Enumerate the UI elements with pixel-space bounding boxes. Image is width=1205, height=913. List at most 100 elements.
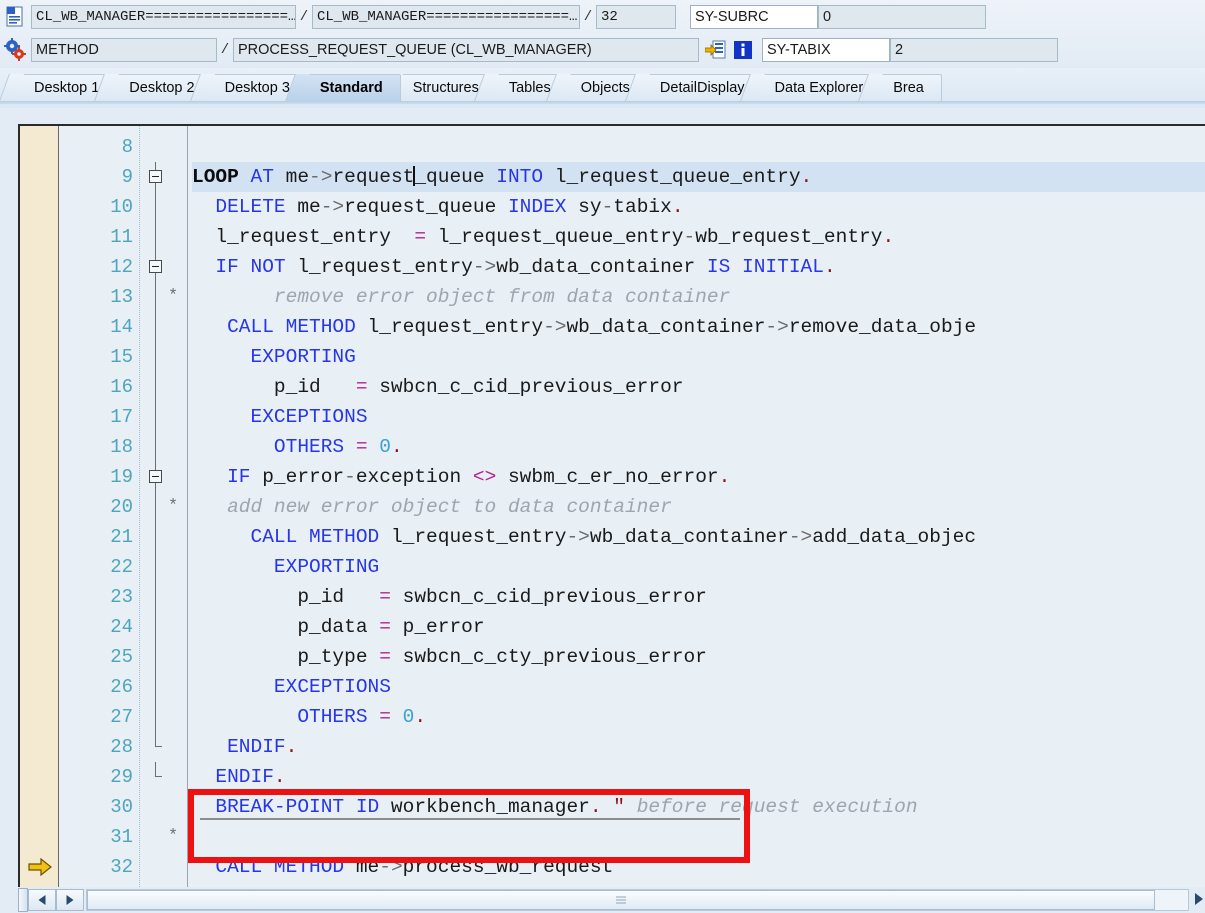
line-number: 14 (110, 316, 133, 338)
code-line[interactable]: 16 p_id = swbcn_c_cid_previous_error (20, 372, 1205, 402)
code-line[interactable]: 19 IF p_error-exception <> swbm_c_er_no_… (20, 462, 1205, 492)
line-number: 32 (110, 856, 133, 878)
code-line[interactable]: 11 l_request_entry = l_request_queue_ent… (20, 222, 1205, 252)
fold-connector (155, 483, 156, 492)
code-line[interactable]: 23 p_id = swbcn_c_cid_previous_error (20, 582, 1205, 612)
code-line[interactable]: 27 OTHERS = 0. (20, 702, 1205, 732)
sy-subrc-label: SY-SUBRC (690, 5, 818, 29)
fold-toggle-icon[interactable] (149, 170, 162, 183)
line-content: p_data = p_error (192, 616, 485, 638)
code-line[interactable]: 22 EXPORTING (20, 552, 1205, 582)
line-content: p_id = swbcn_c_cid_previous_error (192, 376, 684, 398)
code-line[interactable]: 12 IF NOT l_request_entry->wb_data_conta… (20, 252, 1205, 282)
fold-connector (155, 192, 156, 222)
code-line[interactable]: 15 EXPORTING (20, 342, 1205, 372)
code-line[interactable]: 21 CALL METHOD l_request_entry->wb_data_… (20, 522, 1205, 552)
code-line[interactable]: 20 * add new error object to data contai… (20, 492, 1205, 522)
line-number: 28 (110, 736, 133, 758)
comment-marker: * (168, 287, 179, 306)
line-number: 24 (110, 616, 133, 638)
fold-connector (155, 552, 156, 582)
scrollbar-left-grip (18, 888, 28, 912)
code-line[interactable]: 31 * (20, 822, 1205, 852)
fold-connector (155, 312, 156, 342)
fold-connector (155, 702, 156, 732)
fold-toggle-icon[interactable] (149, 260, 162, 273)
fold-end-marker (155, 732, 162, 747)
line-content: remove error object from data container (192, 286, 731, 308)
code-line[interactable]: 14 CALL METHOD l_request_entry->wb_data_… (20, 312, 1205, 342)
line-content: CALL METHOD l_request_entry->wb_data_con… (227, 316, 977, 338)
line-content: DELETE me->request_queue INDEX sy-tabix. (215, 196, 684, 218)
line-number: 27 (110, 706, 133, 728)
method-separator: / (220, 42, 230, 58)
fold-connector (155, 492, 156, 522)
code-line[interactable]: 13 * remove error object from data conta… (20, 282, 1205, 312)
line-number: 12 (110, 256, 133, 278)
sy-subrc-value: 0 (818, 5, 986, 29)
line-number: 23 (110, 586, 133, 608)
fold-connector (155, 432, 156, 462)
fold-connector (155, 162, 156, 170)
fold-connector (155, 672, 156, 702)
tab-breakpoints[interactable]: Brea (873, 74, 942, 101)
code-line[interactable]: 18 OTHERS = 0. (20, 432, 1205, 462)
line-content: EXCEPTIONS (250, 406, 368, 428)
include-field[interactable]: CL_WB_MANAGER=================… (312, 5, 580, 29)
scroll-left-icon[interactable] (28, 889, 56, 911)
line-number: 22 (110, 556, 133, 578)
call-stack-icon[interactable] (704, 39, 727, 61)
resize-grip-icon[interactable] (1191, 889, 1205, 911)
code-line[interactable]: 25 p_type = swbcn_c_cty_previous_error (20, 642, 1205, 672)
fold-connector (155, 642, 156, 672)
header-row-method: METHOD / PROCESS_REQUEST_QUEUE (CL_WB_MA… (0, 36, 1205, 64)
debugger-header: CL_WB_MANAGER=================… / CL_WB_… (0, 0, 1205, 69)
horizontal-scrollbar[interactable] (18, 887, 1205, 913)
tab-bar-underline (0, 101, 1205, 104)
tab-standard[interactable]: Standard (299, 74, 401, 101)
code-line[interactable]: 10 DELETE me->request_queue INDEX sy-tab… (20, 192, 1205, 222)
code-line[interactable]: 24 p_data = p_error (20, 612, 1205, 642)
fold-connector (155, 522, 156, 552)
code-line[interactable]: 17 EXCEPTIONS (20, 402, 1205, 432)
object-type-field[interactable]: METHOD (31, 38, 217, 62)
code-line[interactable]: 32 CALL METHOD me->process_wb_request (20, 852, 1205, 882)
line-number: 19 (110, 466, 133, 488)
line-number: 17 (110, 406, 133, 428)
debugger-tab-bar: Desktop 1 Desktop 2 Desktop 3 Standard S… (0, 68, 1205, 108)
code-line[interactable]: 29 ENDIF. (20, 762, 1205, 792)
method-name-field[interactable]: PROCESS_REQUEST_QUEUE (CL_WB_MANAGER) (233, 38, 699, 62)
information-icon[interactable] (732, 39, 754, 61)
line-number: 29 (110, 766, 133, 788)
line-number: 11 (110, 226, 133, 248)
sy-tabix-label: SY-TABIX (762, 38, 890, 62)
code-line[interactable]: 28 ENDIF. (20, 732, 1205, 762)
line-content: p_type = swbcn_c_cty_previous_error (192, 646, 707, 668)
fold-connector (155, 183, 156, 192)
line-number: 13 (110, 286, 133, 308)
code-line[interactable]: 8 (20, 132, 1205, 162)
code-line[interactable]: 9 LOOP AT me->request_queue INTO l_reque… (20, 162, 1205, 192)
field-separator-1: / (299, 9, 309, 25)
code-lines: 8 9 LOOP AT me->request_queue INTO l_req… (20, 132, 1205, 882)
fold-connector (155, 612, 156, 642)
line-content: p_id = swbcn_c_cid_previous_error (192, 586, 707, 608)
line-number: 20 (110, 496, 133, 518)
line-content: add new error object to data container (192, 496, 672, 518)
source-code-viewer[interactable]: 8 9 LOOP AT me->request_queue INTO l_req… (18, 124, 1205, 913)
code-line[interactable]: 26 EXCEPTIONS (20, 672, 1205, 702)
scrollbar-thumb[interactable] (87, 890, 1155, 910)
line-number: 10 (110, 196, 133, 218)
program-field[interactable]: CL_WB_MANAGER=================… (31, 5, 296, 29)
line-content: IF p_error-exception <> swbm_c_er_no_err… (227, 466, 731, 488)
fold-end-marker (155, 762, 162, 777)
line-number: 18 (110, 436, 133, 458)
line-content: OTHERS = 0. (273, 436, 403, 458)
line-number: 8 (121, 136, 133, 158)
scroll-right-icon[interactable] (56, 889, 84, 911)
comment-marker: * (168, 827, 179, 846)
fold-toggle-icon[interactable] (149, 470, 162, 483)
line-content: EXPORTING (250, 346, 356, 368)
line-number-field[interactable]: 32 (596, 5, 676, 29)
scrollbar-track[interactable] (86, 889, 1189, 911)
